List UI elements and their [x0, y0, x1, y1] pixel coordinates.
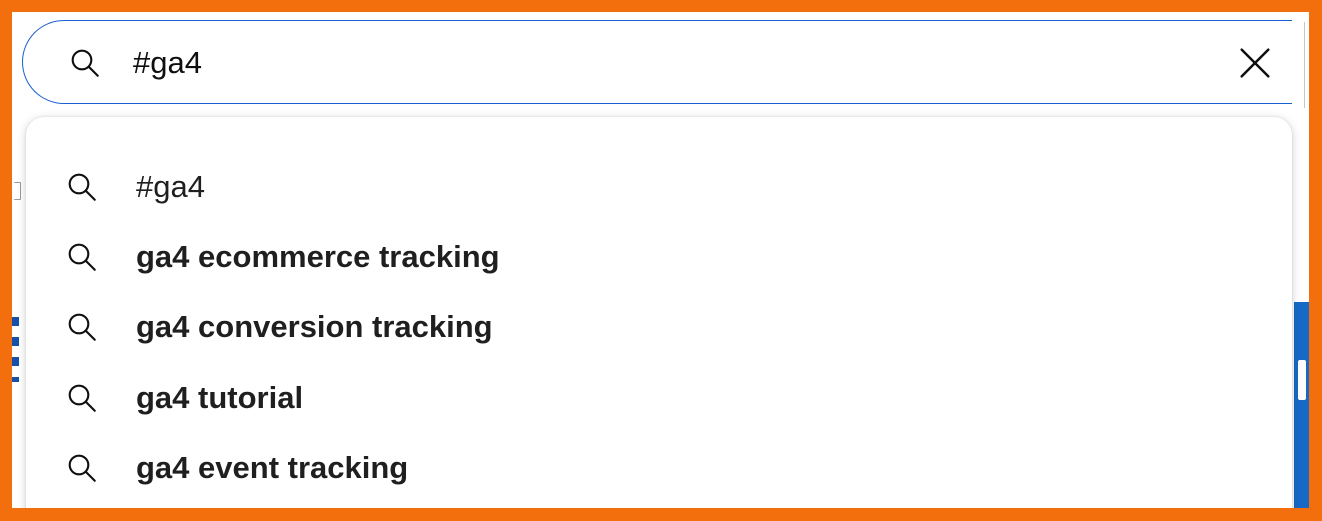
screenshot-frame: #ga4 ga4 ecommerce tracking ga4 conversi…: [12, 12, 1309, 508]
search-icon: [68, 313, 96, 341]
search-bar[interactable]: [22, 20, 1292, 104]
background-element: [12, 317, 19, 382]
search-icon: [68, 454, 96, 482]
close-icon[interactable]: [1235, 43, 1275, 83]
background-banner: [1294, 302, 1309, 508]
suggestion-label: ga4 tutorial: [136, 380, 304, 415]
search-icon: [68, 384, 96, 412]
suggestion-item[interactable]: ga4 event tracking: [26, 432, 1292, 502]
suggestion-label: ga4 conversion tracking: [136, 309, 493, 344]
suggestion-item[interactable]: ga4 conversion tracking: [26, 291, 1292, 361]
search-icon: [68, 173, 96, 201]
suggestion-item[interactable]: ga4 tutorial: [26, 362, 1292, 432]
search-icon: [71, 49, 99, 77]
suggestion-label: #ga4: [136, 169, 205, 204]
search-input[interactable]: [133, 39, 1183, 87]
suggestion-label: ga4 event tracking: [136, 450, 409, 485]
suggestion-item[interactable]: ga4 ecommerce tracking: [26, 221, 1292, 291]
suggestion-item[interactable]: #ga4: [26, 151, 1292, 221]
background-element: [14, 182, 21, 200]
page-divider: [1304, 22, 1305, 108]
search-icon: [68, 243, 96, 271]
suggestion-label: ga4 ecommerce tracking: [136, 239, 500, 274]
background-glyph: [1298, 360, 1306, 400]
suggestions-dropdown: #ga4 ga4 ecommerce tracking ga4 conversi…: [26, 117, 1292, 508]
